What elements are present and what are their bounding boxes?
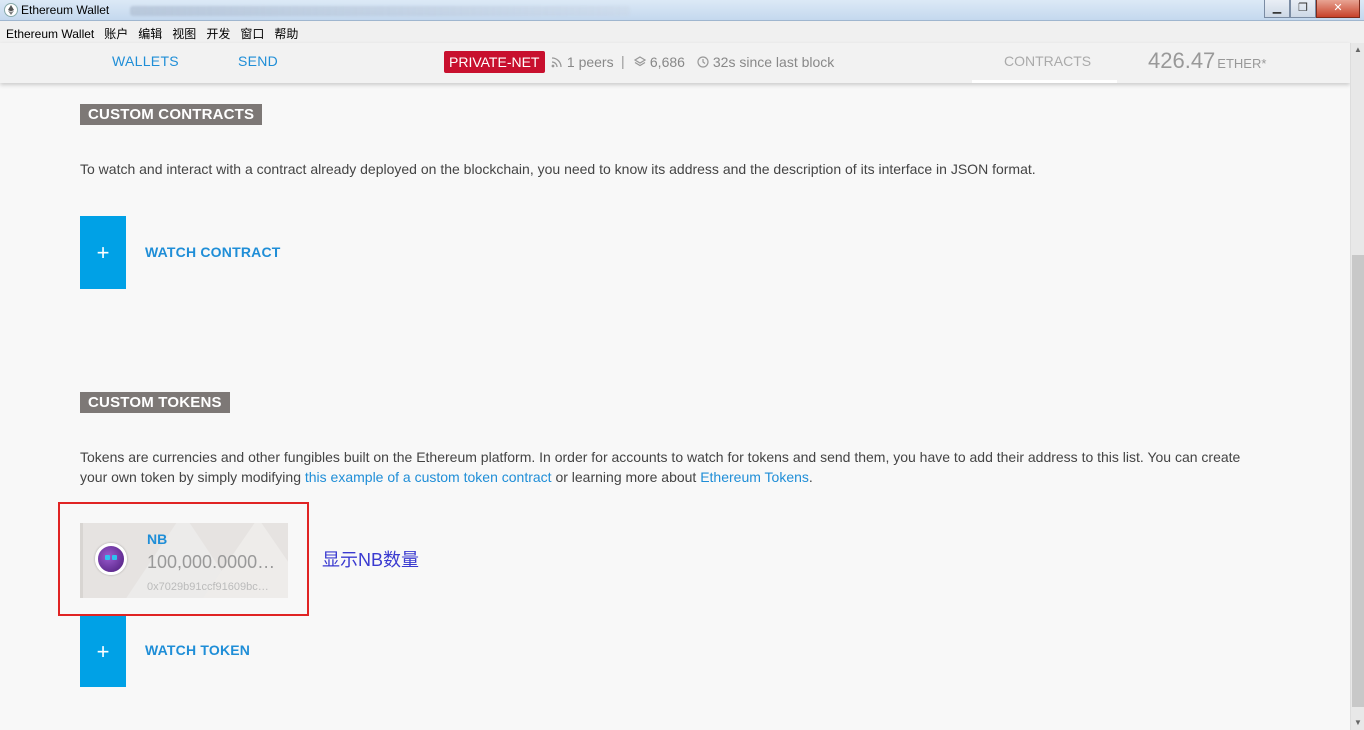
ether-balance: 426.47 ETHER* <box>1148 48 1266 74</box>
scroll-thumb[interactable] <box>1352 255 1364 707</box>
layers-icon <box>633 56 647 67</box>
blocks-info: 6,686 <box>633 54 685 70</box>
custom-contracts-title: CUSTOM CONTRACTS <box>80 104 263 125</box>
annotation-text: 显示NB数量 <box>322 550 420 570</box>
menu-view[interactable]: 视图 <box>166 21 200 42</box>
tokens-desc-part2: or learning more about <box>551 469 701 485</box>
watch-token-plus-button[interactable]: + <box>80 616 126 687</box>
watch-contract-button[interactable]: WATCH CONTRACT <box>145 244 281 260</box>
menu-accounts[interactable]: 账户 <box>98 21 132 42</box>
last-block-time: 32s since last block <box>712 54 835 70</box>
menu-help[interactable]: 帮助 <box>268 21 302 42</box>
ethereum-logo-icon <box>4 3 18 17</box>
tab-contracts[interactable]: CONTRACTS <box>972 43 1117 83</box>
menu-edit[interactable]: 编辑 <box>132 21 166 42</box>
custom-contracts-description: To watch and interact with a contract al… <box>80 161 1036 177</box>
window-title: Ethereum Wallet <box>21 3 110 17</box>
balance-value: 426.47 <box>1148 48 1216 73</box>
custom-tokens-description: Tokens are currencies and other fungible… <box>80 447 1260 487</box>
menu-bar: Ethereum Wallet 账户 编辑 视图 开发 窗口 帮助 <box>0 21 1364 43</box>
watch-contract-plus-button[interactable]: + <box>80 216 126 289</box>
minimize-button[interactable]: ▁ <box>1264 0 1290 18</box>
menu-ethereum-wallet[interactable]: Ethereum Wallet <box>0 23 98 41</box>
network-badge: PRIVATE-NET <box>444 51 545 73</box>
ethereum-tokens-link[interactable]: Ethereum Tokens <box>700 469 809 485</box>
menu-window[interactable]: 窗口 <box>234 21 268 42</box>
last-block-info: 32s since last block <box>697 54 834 70</box>
close-button[interactable]: ✕ <box>1316 0 1360 18</box>
tab-contracts-label: CONTRACTS <box>1004 53 1092 69</box>
clock-icon <box>697 56 709 68</box>
peers-info: 1 peers <box>551 54 614 70</box>
signal-icon <box>551 57 562 68</box>
app-header: WALLETS SEND PRIVATE-NET 1 peers | 6,686… <box>0 43 1350 83</box>
blurred-title-region <box>130 6 630 16</box>
token-example-link[interactable]: this example of a custom token contract <box>305 469 552 485</box>
block-number: 6,686 <box>649 54 685 70</box>
peers-count: 1 peers <box>566 54 614 70</box>
annotation-highlight-box <box>58 502 309 616</box>
menu-develop[interactable]: 开发 <box>200 21 234 42</box>
scroll-up-arrow-icon[interactable]: ▲ <box>1351 43 1364 57</box>
vertical-scrollbar[interactable]: ▲ ▼ <box>1350 43 1364 730</box>
tokens-desc-part3: . <box>808 469 813 485</box>
balance-unit: ETHER* <box>1217 56 1267 71</box>
info-separator: | <box>621 53 625 69</box>
maximize-button[interactable]: ❐ <box>1290 0 1316 18</box>
watch-token-button[interactable]: WATCH TOKEN <box>145 642 250 658</box>
window-titlebar: Ethereum Wallet ▁ ❐ ✕ <box>0 0 1364 21</box>
nav-wallets[interactable]: WALLETS <box>112 53 179 69</box>
scroll-down-arrow-icon[interactable]: ▼ <box>1351 716 1364 730</box>
custom-tokens-title: CUSTOM TOKENS <box>80 392 230 413</box>
nav-send[interactable]: SEND <box>238 53 278 69</box>
